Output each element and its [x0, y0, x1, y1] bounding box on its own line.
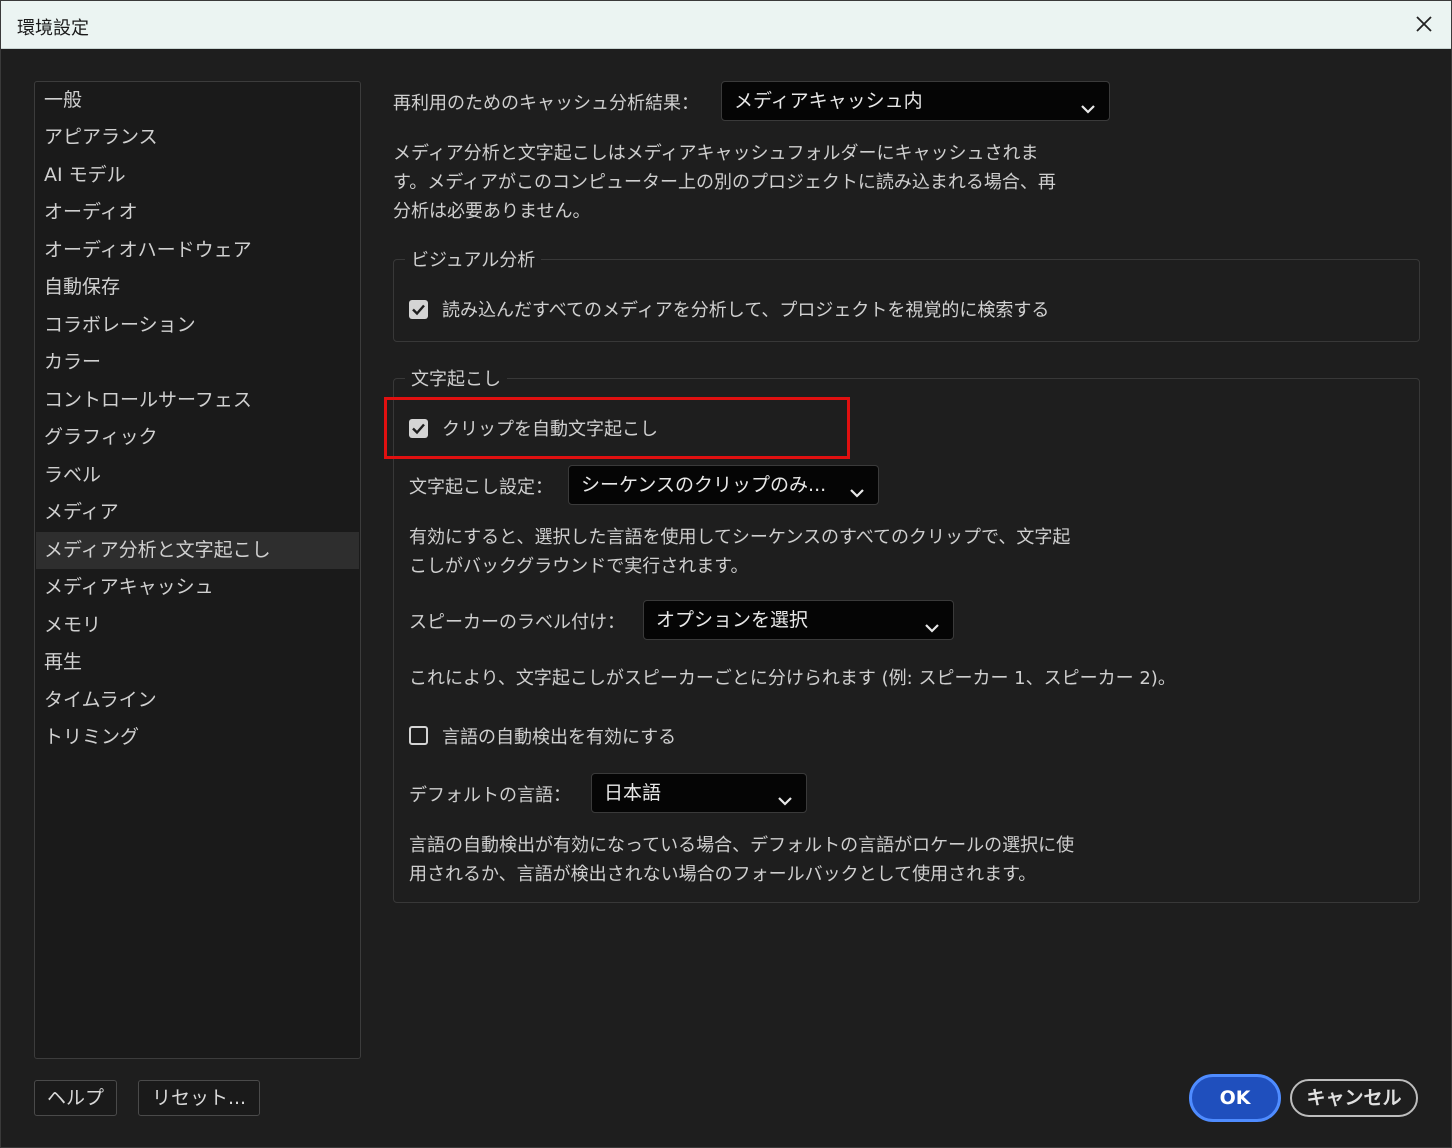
- chevron-down-icon: [848, 477, 866, 515]
- sidebar-item-audio[interactable]: オーディオ: [36, 194, 359, 231]
- sidebar-item-color[interactable]: カラー: [36, 344, 359, 381]
- sidebar-item-trimming[interactable]: トリミング: [36, 719, 359, 756]
- default-language-select[interactable]: 日本語: [591, 773, 807, 813]
- preferences-dialog: 環境設定 一般 アピアランス AI モデル オーディオ オーディオハードウェア …: [0, 0, 1452, 1148]
- sidebar-item-ai-model[interactable]: AI モデル: [36, 157, 359, 194]
- help-button[interactable]: ヘルプ: [34, 1080, 117, 1116]
- default-language-value: 日本語: [604, 782, 662, 804]
- sidebar-item-media-cache[interactable]: メディアキャッシュ: [36, 569, 359, 606]
- speaker-labeling-description: これにより、文字起こしがスピーカーごとに分けられます (例: スピーカー 1、ス…: [409, 668, 1176, 689]
- transcription-settings-value: シーケンスのクリップのみ...: [581, 474, 827, 496]
- reset-button[interactable]: リセット...: [138, 1080, 260, 1116]
- cache-location-select[interactable]: メディアキャッシュ内: [721, 81, 1110, 121]
- cache-description: メディア分析と文字起こしはメディアキャッシュフォルダーにキャッシュされま す。メ…: [393, 143, 1056, 222]
- dialog-title: 環境設定: [17, 18, 89, 39]
- sidebar-item-audio-hardware[interactable]: オーディオハードウェア: [36, 232, 359, 269]
- sidebar-item-playback[interactable]: 再生: [36, 644, 359, 681]
- chevron-down-icon: [1079, 93, 1097, 131]
- title-bar: 環境設定: [1, 1, 1451, 49]
- preferences-sidebar: 一般 アピアランス AI モデル オーディオ オーディオハードウェア 自動保存 …: [34, 81, 361, 1059]
- chevron-down-icon: [923, 612, 941, 650]
- default-language-label: デフォルトの言語：: [409, 785, 571, 806]
- cache-label: 再利用のためのキャッシュ分析結果：: [393, 93, 699, 114]
- sidebar-item-labels[interactable]: ラベル: [36, 457, 359, 494]
- sidebar-item-timeline[interactable]: タイムライン: [36, 682, 359, 719]
- sidebar-item-media-analysis-transcription[interactable]: メディア分析と文字起こし: [36, 532, 359, 569]
- cache-location-value: メディアキャッシュ内: [734, 90, 923, 112]
- ok-button[interactable]: OK: [1189, 1074, 1281, 1122]
- visual-analysis-title: ビジュアル分析: [405, 246, 542, 272]
- sidebar-item-graphics[interactable]: グラフィック: [36, 419, 359, 456]
- sidebar-item-media[interactable]: メディア: [36, 494, 359, 531]
- sidebar-item-memory[interactable]: メモリ: [36, 607, 359, 644]
- sidebar-item-appearance[interactable]: アピアランス: [36, 119, 359, 156]
- transcription-title: 文字起こし: [405, 365, 507, 391]
- sidebar-item-control-surface[interactable]: コントロールサーフェス: [36, 382, 359, 419]
- cancel-button[interactable]: キャンセル: [1290, 1079, 1418, 1117]
- sidebar-item-auto-save[interactable]: 自動保存: [36, 269, 359, 306]
- chevron-down-icon: [776, 785, 794, 823]
- speaker-labeling-label: スピーカーのラベル付け：: [409, 612, 625, 633]
- sidebar-item-general[interactable]: 一般: [36, 82, 359, 119]
- auto-transcribe-checkbox[interactable]: [409, 419, 428, 438]
- transcription-settings-select[interactable]: シーケンスのクリップのみ...: [568, 465, 879, 505]
- auto-detect-language-label[interactable]: 言語の自動検出を有効にする: [442, 723, 676, 749]
- auto-transcribe-label[interactable]: クリップを自動文字起こし: [442, 415, 658, 441]
- checkmark-icon: [412, 423, 425, 435]
- checkmark-icon: [412, 304, 425, 316]
- transcription-settings-description: 有効にすると、選択した言語を使用してシーケンスのすべてのクリップで、文字起 こし…: [409, 527, 1071, 577]
- default-language-description: 言語の自動検出が有効になっている場合、デフォルトの言語がロケールの選択に使 用さ…: [409, 835, 1075, 885]
- visual-analysis-checkbox-label[interactable]: 読み込んだすべてのメディアを分析して、プロジェクトを視覚的に検索する: [442, 296, 1049, 322]
- visual-analysis-checkbox[interactable]: [409, 300, 428, 319]
- speaker-labeling-value: オプションを選択: [656, 609, 809, 631]
- speaker-labeling-select[interactable]: オプションを選択: [643, 600, 954, 640]
- sidebar-item-collaboration[interactable]: コラボレーション: [36, 307, 359, 344]
- close-icon[interactable]: [1409, 9, 1439, 39]
- auto-detect-language-checkbox[interactable]: [409, 726, 428, 745]
- transcription-settings-label: 文字起こし設定：: [409, 477, 553, 498]
